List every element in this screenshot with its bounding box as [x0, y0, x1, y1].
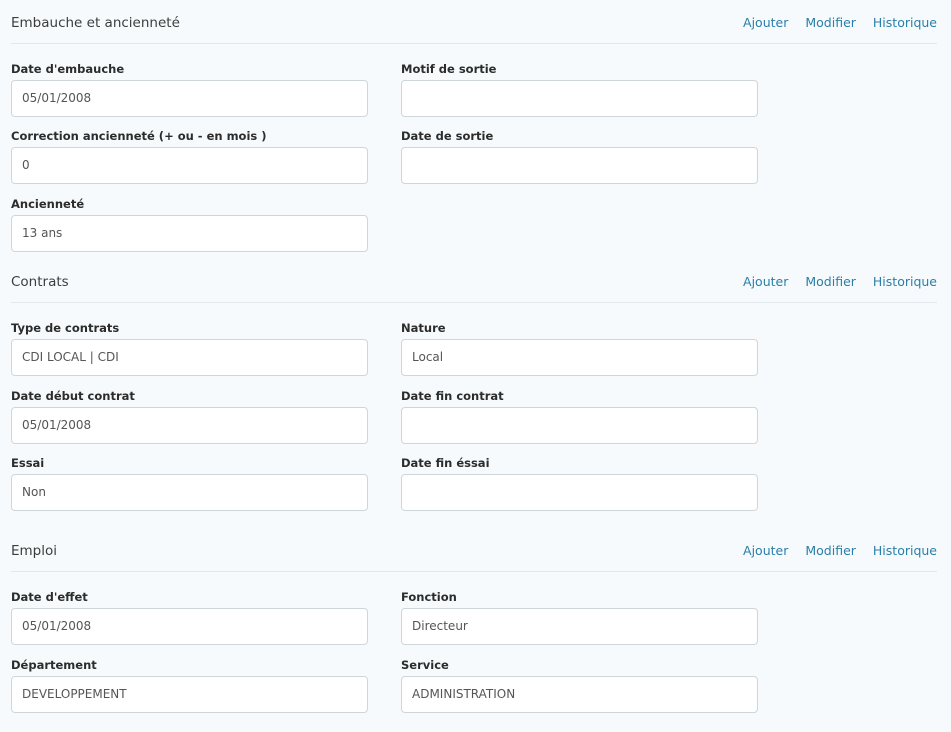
function-field: Fonction Directeur: [401, 589, 758, 645]
contract-start-date-field: Date début contrat 05/01/2008: [11, 388, 368, 444]
add-link[interactable]: Ajouter: [743, 543, 788, 558]
seniority-correction-input[interactable]: 0: [11, 147, 368, 184]
trial-end-date-input[interactable]: [401, 474, 758, 511]
exit-reason-input[interactable]: [401, 80, 758, 117]
field-label: Fonction: [401, 590, 457, 604]
contract-start-date-input[interactable]: 05/01/2008: [11, 407, 368, 444]
field-label: Essai: [11, 456, 45, 470]
field-label: Type de contrats: [11, 321, 120, 335]
hire-date-input[interactable]: 05/01/2008: [11, 80, 368, 117]
exit-date-field: Date de sortie: [401, 128, 758, 184]
service-input[interactable]: ADMINISTRATION: [401, 676, 758, 713]
section-title: Emploi: [11, 543, 58, 559]
effective-date-input[interactable]: 05/01/2008: [11, 608, 368, 645]
field-label: Motif de sortie: [401, 62, 497, 76]
seniority-input[interactable]: 13 ans: [11, 215, 368, 252]
field-label: Nature: [401, 321, 446, 335]
department-input[interactable]: DEVELOPPEMENT: [11, 676, 368, 713]
nature-input[interactable]: Local: [401, 339, 758, 376]
exit-date-input[interactable]: [401, 147, 758, 184]
edit-link[interactable]: Modifier: [805, 543, 856, 558]
department-field: Département DEVELOPPEMENT: [11, 657, 368, 713]
history-link[interactable]: Historique: [873, 15, 937, 30]
edit-link[interactable]: Modifier: [805, 15, 856, 30]
field-label: Service: [401, 658, 449, 672]
field-label: Date début contrat: [11, 389, 135, 403]
exit-reason-field: Motif de sortie: [401, 61, 758, 117]
section-header: Emploi Ajouter Modifier Historique: [11, 528, 937, 572]
trial-input[interactable]: Non: [11, 474, 368, 511]
section-actions: Ajouter Modifier Historique: [726, 274, 937, 289]
section-title: Embauche et ancienneté: [11, 15, 180, 31]
edit-link[interactable]: Modifier: [805, 274, 856, 289]
effective-date-field: Date d'effet 05/01/2008: [11, 589, 368, 645]
service-field: Service ADMINISTRATION: [401, 657, 758, 713]
history-link[interactable]: Historique: [873, 543, 937, 558]
nature-field: Nature Local: [401, 320, 758, 376]
seniority-field: Ancienneté 13 ans: [11, 196, 368, 252]
contract-type-input[interactable]: CDI LOCAL | CDI: [11, 339, 368, 376]
section-header: Embauche et ancienneté Ajouter Modifier …: [11, 0, 937, 44]
contract-end-date-field: Date fin contrat: [401, 388, 758, 444]
field-label: Date fin contrat: [401, 389, 504, 403]
section-header: Contrats Ajouter Modifier Historique: [11, 259, 937, 303]
field-label: Date d'effet: [11, 590, 88, 604]
section-title: Contrats: [11, 274, 69, 290]
add-link[interactable]: Ajouter: [743, 15, 788, 30]
field-label: Date fin éssai: [401, 456, 490, 470]
seniority-correction-field: Correction ancienneté (+ ou - en mois ) …: [11, 128, 368, 184]
field-label: Date de sortie: [401, 129, 494, 143]
section-actions: Ajouter Modifier Historique: [726, 543, 937, 558]
contract-end-date-input[interactable]: [401, 407, 758, 444]
field-label: Département: [11, 658, 97, 672]
field-label: Date d'embauche: [11, 62, 125, 76]
hire-date-field: Date d'embauche 05/01/2008: [11, 61, 368, 117]
function-input[interactable]: Directeur: [401, 608, 758, 645]
field-label: Correction ancienneté (+ ou - en mois ): [11, 129, 267, 143]
add-link[interactable]: Ajouter: [743, 274, 788, 289]
history-link[interactable]: Historique: [873, 274, 937, 289]
trial-end-date-field: Date fin éssai: [401, 455, 758, 511]
field-label: Ancienneté: [11, 197, 85, 211]
contract-type-field: Type de contrats CDI LOCAL | CDI: [11, 320, 368, 376]
trial-field: Essai Non: [11, 455, 368, 511]
section-actions: Ajouter Modifier Historique: [726, 15, 937, 30]
